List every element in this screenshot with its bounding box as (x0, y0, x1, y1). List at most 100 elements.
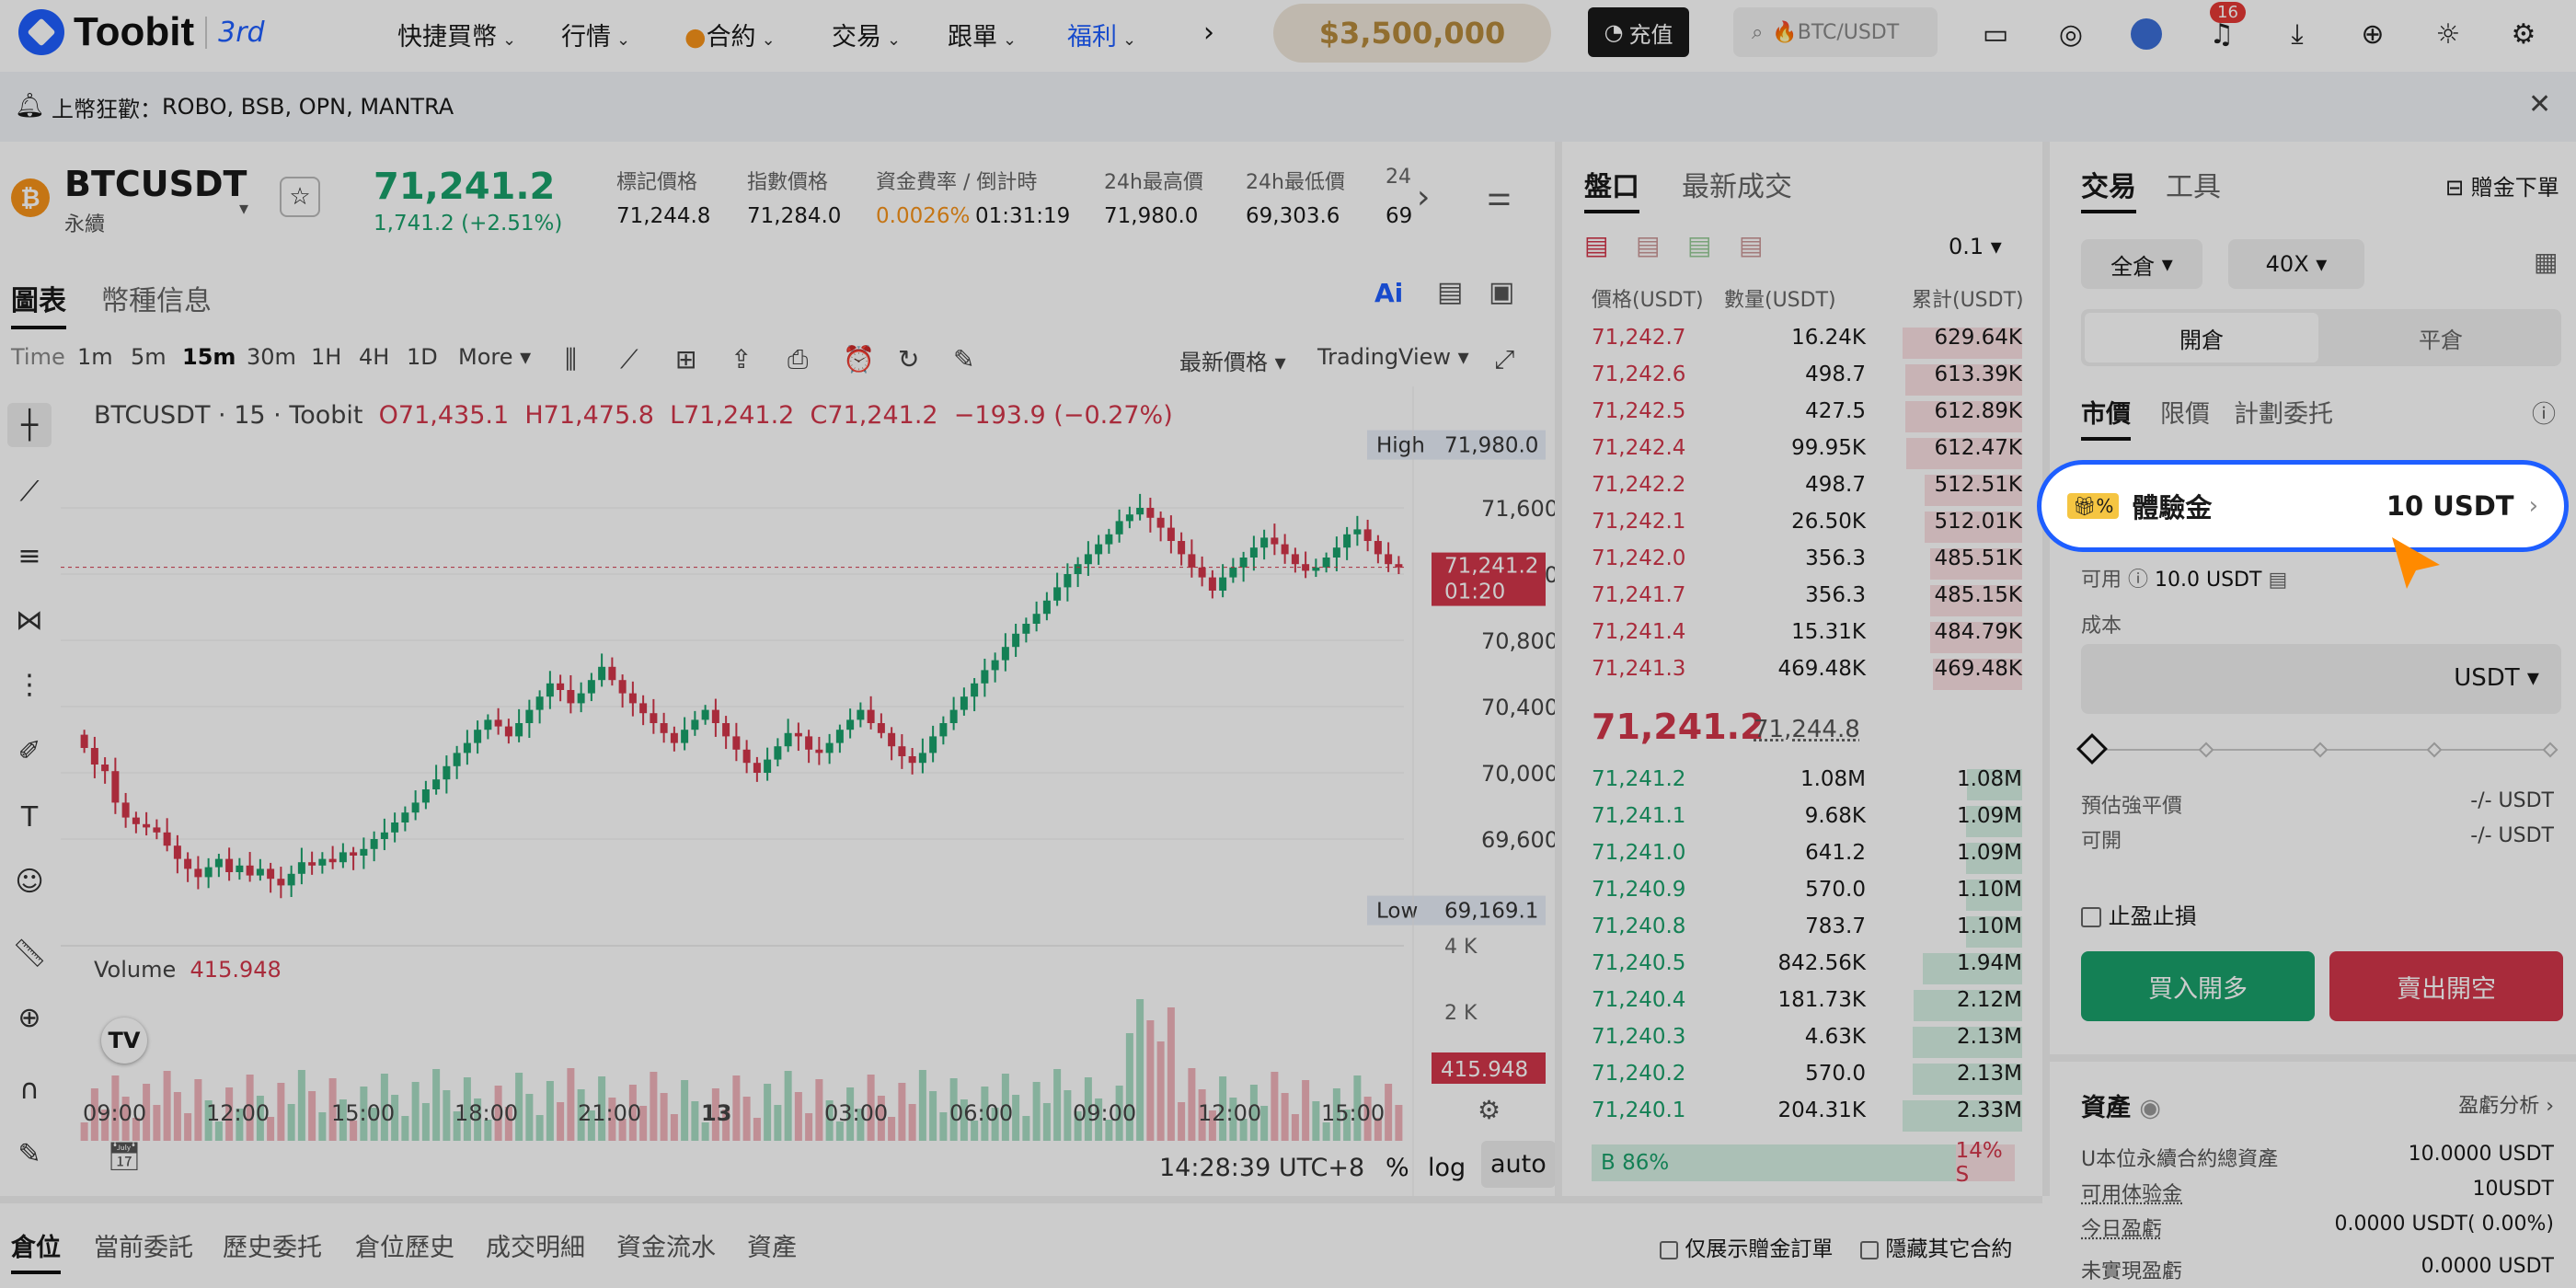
ask-row[interactable]: 71,242.0 356.3 485.51K (1562, 546, 2022, 583)
ask-row[interactable]: 71,241.3 469.48K 469.48K (1562, 657, 2022, 694)
pnl-analysis-link[interactable]: 盈虧分析 › (2458, 1089, 2554, 1119)
pencil-icon[interactable]: ✎ (7, 1132, 52, 1176)
chart-settings-icon[interactable]: ⚙ (1478, 1095, 1501, 1125)
tab-open-orders[interactable]: 當前委託 (94, 1227, 193, 1263)
favorite-star-icon[interactable]: ☆ (280, 177, 320, 217)
tab-position-history[interactable]: 倉位歷史 (355, 1227, 454, 1263)
prize-banner[interactable]: $3,500,000 (1273, 4, 1551, 63)
tf-30m[interactable]: 30m (247, 344, 296, 370)
ask-row[interactable]: 71,241.7 356.3 485.15K (1562, 583, 2022, 620)
theme-sun-icon[interactable]: ☼ (2429, 15, 2467, 53)
brush-icon[interactable]: ✐ (7, 729, 52, 773)
calculator-icon[interactable]: ▦ (2534, 247, 2558, 277)
announcement-text[interactable]: ROBO, BSB, OPN, MANTRA (162, 94, 454, 120)
ai-icon[interactable]: Ai (1374, 278, 1403, 308)
text-icon[interactable]: T (7, 795, 52, 839)
ask-row[interactable]: 71,242.4 99.95K 612.47K (1562, 436, 2022, 473)
close-position-tab[interactable]: 平倉 (2324, 313, 2558, 362)
bid-row[interactable]: 71,241.2 1.08M 1.08M (1562, 767, 2022, 804)
indicator-icon[interactable]: ⟋ (620, 344, 638, 375)
undo-icon[interactable]: ↻ (898, 344, 919, 374)
notes-icon[interactable]: ▤ (1437, 276, 1463, 308)
bid-row[interactable]: 71,241.1 9.68K 1.09M (1562, 804, 2022, 841)
bonus-only-checkbox[interactable]: 仅展示贈金訂單 (1660, 1231, 1833, 1262)
ask-row[interactable]: 71,242.5 427.5 612.89K (1562, 399, 2022, 436)
tab-tools[interactable]: 工具 (2166, 164, 2221, 204)
alert-icon[interactable]: ⏰ (843, 344, 875, 374)
layout-icon[interactable]: ▣ (1489, 276, 1514, 308)
slider-handle[interactable] (2076, 733, 2108, 765)
brand-logo[interactable]: Toobit 3rd (18, 9, 265, 55)
download-icon[interactable]: ⤓ (2278, 15, 2317, 53)
search-input[interactable]: ⌕ 🔥BTC/USDT (1733, 7, 1938, 57)
language-globe-icon[interactable]: ⊕ (2353, 15, 2392, 53)
ticker-settings-icon[interactable]: ⚌ (1487, 180, 1512, 213)
auto-scale-toggle[interactable]: auto (1481, 1141, 1556, 1188)
tab-positions[interactable]: 倉位 (11, 1227, 61, 1274)
ask-row[interactable]: 71,242.2 498.7 512.51K (1562, 473, 2022, 510)
candle-type-icon[interactable]: ⫼ (565, 344, 577, 375)
bid-row[interactable]: 71,240.3 4.63K 2.13M (1562, 1025, 2022, 1062)
symbol-name[interactable]: BTCUSDT (64, 164, 247, 204)
bid-row[interactable]: 71,240.1 204.31K 2.33M (1562, 1098, 2022, 1135)
experience-fund-card[interactable]: 🎁︎% 體驗金 10 USDT › (2037, 460, 2569, 552)
bid-row[interactable]: 71,240.4 181.73K 2.12M (1562, 988, 2022, 1025)
view-asks-icon[interactable]: ▤ (1636, 230, 1660, 260)
symbol-dropdown-icon[interactable]: ▾ (239, 197, 248, 219)
view-type-select[interactable]: TradingView ▾ (1317, 344, 1469, 370)
tf-4h[interactable]: 4H (359, 344, 389, 370)
order-type-trigger[interactable]: 計劃委托 (2234, 394, 2333, 430)
price-type-select[interactable]: 最新價格 ▾ (1179, 344, 1286, 376)
hide-other-checkbox[interactable]: 隱藏其它合約 (1860, 1231, 2012, 1262)
screenshot-icon[interactable]: ⎙ (788, 344, 808, 375)
buy-long-button[interactable]: 買入開多 (2081, 951, 2315, 1021)
order-type-limit[interactable]: 限價 (2160, 394, 2210, 430)
tf-1d[interactable]: 1D (407, 344, 438, 370)
nav-quick-buy[interactable]: 快捷買幣 ⌄ (397, 17, 516, 52)
trend-line-icon[interactable]: ⟋ (7, 469, 52, 513)
tab-recent-trades[interactable]: 最新成交 (1682, 164, 1792, 204)
horizontal-lines-icon[interactable]: ≡ (7, 534, 52, 578)
info-icon[interactable]: ⓘ (2532, 396, 2556, 430)
crosshair-icon[interactable]: ┼ (7, 403, 52, 447)
tf-1m[interactable]: 1m (77, 344, 113, 370)
deposit-button[interactable]: ◔ 充值 (1588, 7, 1689, 57)
nav-copy-trade[interactable]: 跟單 ⌄ (948, 17, 1017, 52)
ask-row[interactable]: 71,242.1 26.50K 512.01K (1562, 510, 2022, 546)
ask-row[interactable]: 71,242.6 498.7 613.39K (1562, 362, 2022, 399)
nav-more-chevron-icon[interactable]: › (1203, 17, 1214, 49)
ruler-icon[interactable]: 📏︎ (7, 931, 52, 975)
ticker-scroll-chevron-icon[interactable]: › (1417, 178, 1430, 216)
view-depth-icon[interactable]: ▤ (1739, 230, 1763, 260)
precision-select[interactable]: 0.1 ▾ (1949, 234, 2002, 259)
tf-time[interactable]: Time (11, 344, 65, 370)
view-bids-icon[interactable]: ▤ (1687, 230, 1711, 260)
tradingview-logo-icon[interactable]: TV (101, 1018, 147, 1064)
price-chart[interactable]: BTCUSDT · 15 · Toobit O71,435.1 H71,475.… (61, 386, 1555, 1196)
bid-row[interactable]: 71,240.5 842.56K 1.94M (1562, 951, 2022, 988)
sell-short-button[interactable]: 賣出開空 (2329, 951, 2563, 1021)
zoom-in-icon[interactable]: ⊕ (7, 995, 52, 1040)
tab-coin-info[interactable]: 幣種信息 (101, 278, 212, 318)
cost-input[interactable]: USDT ▾ (2081, 644, 2561, 714)
ask-row[interactable]: 71,241.4 15.31K 484.79K (1562, 620, 2022, 657)
amount-slider[interactable] (2081, 736, 2561, 764)
emoji-icon[interactable]: ☺ (7, 859, 52, 903)
tf-1h[interactable]: 1H (311, 344, 341, 370)
nav-futures[interactable]: ●合約 ⌄ (684, 17, 776, 52)
nav-markets[interactable]: 行情 ⌄ (561, 17, 630, 52)
tab-trade-history[interactable]: 成交明細 (486, 1227, 585, 1263)
bid-row[interactable]: 71,241.0 641.2 1.09M (1562, 841, 2022, 878)
ask-row[interactable]: 71,242.7 16.24K 629.64K (1562, 326, 2022, 362)
nav-trade[interactable]: 交易 ⌄ (832, 17, 901, 52)
tf-15m[interactable]: 15m (182, 344, 236, 370)
share-icon[interactable]: ⇪ (730, 344, 752, 374)
view-both-icon[interactable]: ▤ (1584, 230, 1608, 260)
bid-row[interactable]: 71,240.9 570.0 1.10M (1562, 878, 2022, 914)
leverage-select[interactable]: 40X ▾ (2228, 239, 2364, 289)
fullscreen-icon[interactable]: ⤢ (1494, 344, 1514, 375)
calendar-icon[interactable]: 📅︎ (107, 1141, 142, 1173)
tab-trade[interactable]: 交易 (2081, 164, 2136, 213)
unit-select[interactable]: USDT ▾ (2454, 664, 2539, 692)
bonus-order-button[interactable]: ⊟ 贈金下單 (2445, 169, 2559, 201)
